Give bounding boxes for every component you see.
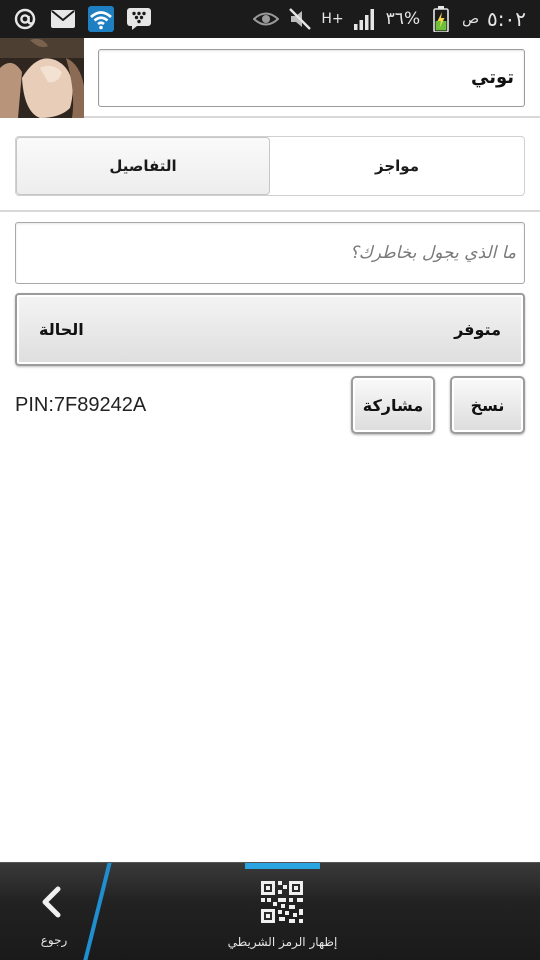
back-button[interactable]: رجوع	[0, 863, 110, 960]
at-icon	[12, 6, 38, 32]
show-barcode-label: إظهار الرمز الشريطي	[227, 935, 338, 949]
personal-message-input[interactable]: ما الذي يجول بخاطرك؟	[15, 222, 525, 284]
section-divider	[0, 210, 540, 212]
wifi-icon	[88, 6, 114, 32]
pin-text: PIN:7F89242A	[15, 394, 147, 416]
personal-message-placeholder: ما الذي يجول بخاطرك؟	[349, 243, 516, 263]
tab-details[interactable]: التفاصيل	[16, 137, 270, 195]
bottom-action-bar: رجوع إظهار الرمز الشريطي	[0, 862, 540, 960]
qr-code-icon	[261, 881, 303, 923]
network-type: H+	[321, 11, 344, 27]
avatar[interactable]	[0, 38, 84, 118]
battery-icon	[428, 6, 454, 32]
tab-bar[interactable]: مواجز	[270, 137, 524, 195]
profile-tabs: التفاصيل مواجز	[15, 136, 525, 196]
status-selector[interactable]: متوفر الحالة	[15, 293, 525, 366]
signal-icon	[352, 6, 378, 32]
clock: ٥:٠٢	[487, 7, 526, 31]
status-bar: H+ ٣٦% ص ٥:٠٢	[0, 0, 540, 38]
mail-icon	[50, 6, 76, 32]
status-bar-left	[12, 0, 152, 38]
show-barcode-button[interactable]: إظهار الرمز الشريطي	[215, 863, 350, 960]
bbm-icon	[126, 6, 152, 32]
back-label: رجوع	[40, 933, 68, 947]
screen: H+ ٣٦% ص ٥:٠٢ توتي التفاصيل مواجز ما الذ…	[0, 0, 540, 960]
copy-button[interactable]: نسخ	[450, 376, 525, 434]
battery-percent: ٣٦%	[385, 9, 421, 29]
status-label: الحالة	[39, 320, 84, 339]
tab-details-label: التفاصيل	[109, 157, 177, 175]
am-pm: ص	[462, 11, 480, 27]
share-button-label: مشاركة	[362, 395, 424, 415]
eye-icon	[253, 6, 280, 32]
display-name: توتي	[470, 67, 514, 88]
chevron-left-icon	[36, 885, 70, 919]
status-bar-right: H+ ٣٦% ص ٥:٠٢	[253, 0, 526, 38]
mute-icon	[287, 6, 313, 32]
tab-bar-label: مواجز	[375, 157, 419, 175]
copy-button-label: نسخ	[470, 395, 505, 415]
display-name-field[interactable]: توتي	[98, 49, 525, 107]
status-value: متوفر	[454, 320, 501, 339]
share-button[interactable]: مشاركة	[351, 376, 435, 434]
profile-header: توتي	[0, 38, 540, 118]
